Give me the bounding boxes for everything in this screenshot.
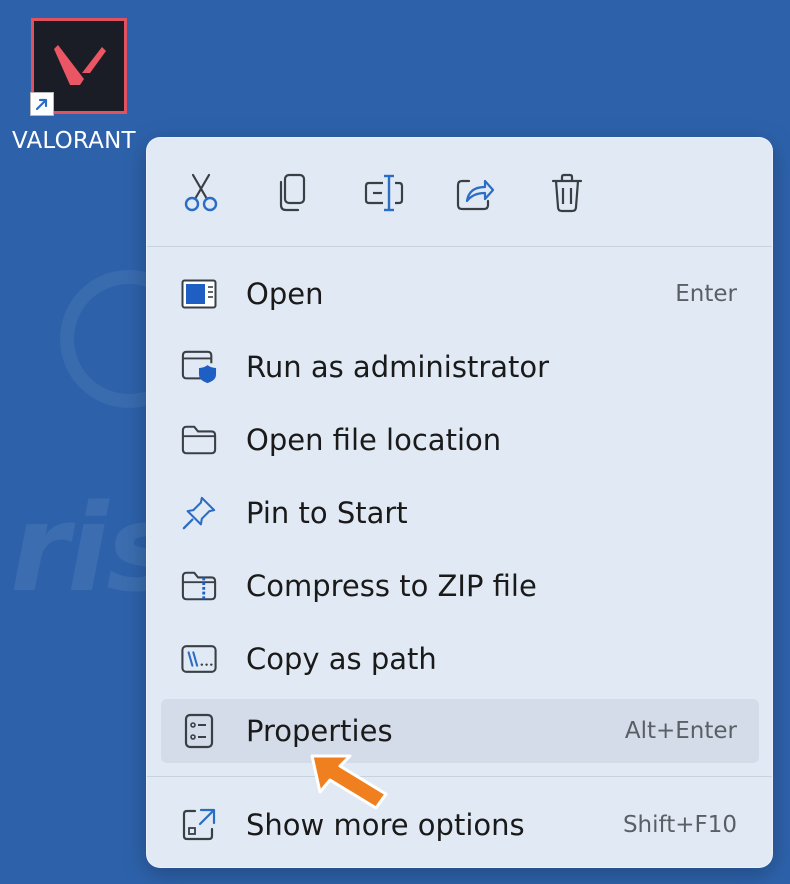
menu-item-open-file-location[interactable]: Open file location (161, 408, 759, 472)
trash-icon (551, 173, 583, 213)
menu-item-label: Copy as path (246, 642, 437, 676)
menu-item-compress-to-zip[interactable]: Compress to ZIP file (161, 554, 759, 618)
separator (147, 776, 772, 777)
annotation-arrow-icon (310, 754, 388, 810)
zip-folder-icon (181, 568, 217, 604)
window-icon (181, 276, 217, 312)
menu-item-pin-to-start[interactable]: Pin to Start (161, 481, 759, 545)
separator (147, 246, 772, 247)
menu-item-label: Open file location (246, 423, 502, 457)
share-icon (456, 179, 495, 211)
pin-icon (181, 495, 217, 531)
properties-icon (181, 713, 217, 749)
menu-item-show-more-options[interactable]: Show more options Shift+F10 (161, 793, 759, 857)
menu-item-label: Run as administrator (246, 350, 550, 384)
menu-item-shortcut: Alt+Enter (624, 718, 737, 744)
scissors-icon (184, 173, 218, 212)
context-menu: Open Enter Run as administrator Open fil… (146, 137, 773, 868)
menu-item-run-as-administrator[interactable]: Run as administrator (161, 335, 759, 399)
desktop-icon-label: VALORANT (12, 128, 136, 154)
delete-button[interactable] (540, 166, 594, 220)
menu-item-properties[interactable]: Properties Alt+Enter (161, 699, 759, 763)
menu-item-shortcut: Enter (675, 281, 737, 307)
rename-icon (364, 174, 404, 212)
expand-icon (181, 807, 217, 843)
shortcut-arrow-icon (30, 92, 54, 116)
share-button[interactable] (448, 166, 502, 220)
rename-button[interactable] (357, 166, 411, 220)
menu-item-label: Compress to ZIP file (246, 569, 537, 603)
quick-actions-bar (147, 138, 772, 246)
desktop-shortcut-valorant[interactable]: VALORANT (10, 14, 150, 164)
menu-item-copy-as-path[interactable]: Copy as path (161, 627, 759, 691)
menu-item-label: Pin to Start (246, 496, 408, 530)
menu-item-shortcut: Shift+F10 (622, 812, 737, 838)
copy-button[interactable] (265, 166, 319, 220)
menu-item-open[interactable]: Open Enter (161, 262, 759, 326)
folder-icon (181, 422, 217, 458)
menu-item-label: Open (246, 277, 324, 311)
copy-icon (279, 173, 306, 212)
path-icon (181, 641, 217, 677)
shield-window-icon (181, 349, 217, 385)
cut-button[interactable] (174, 166, 228, 220)
